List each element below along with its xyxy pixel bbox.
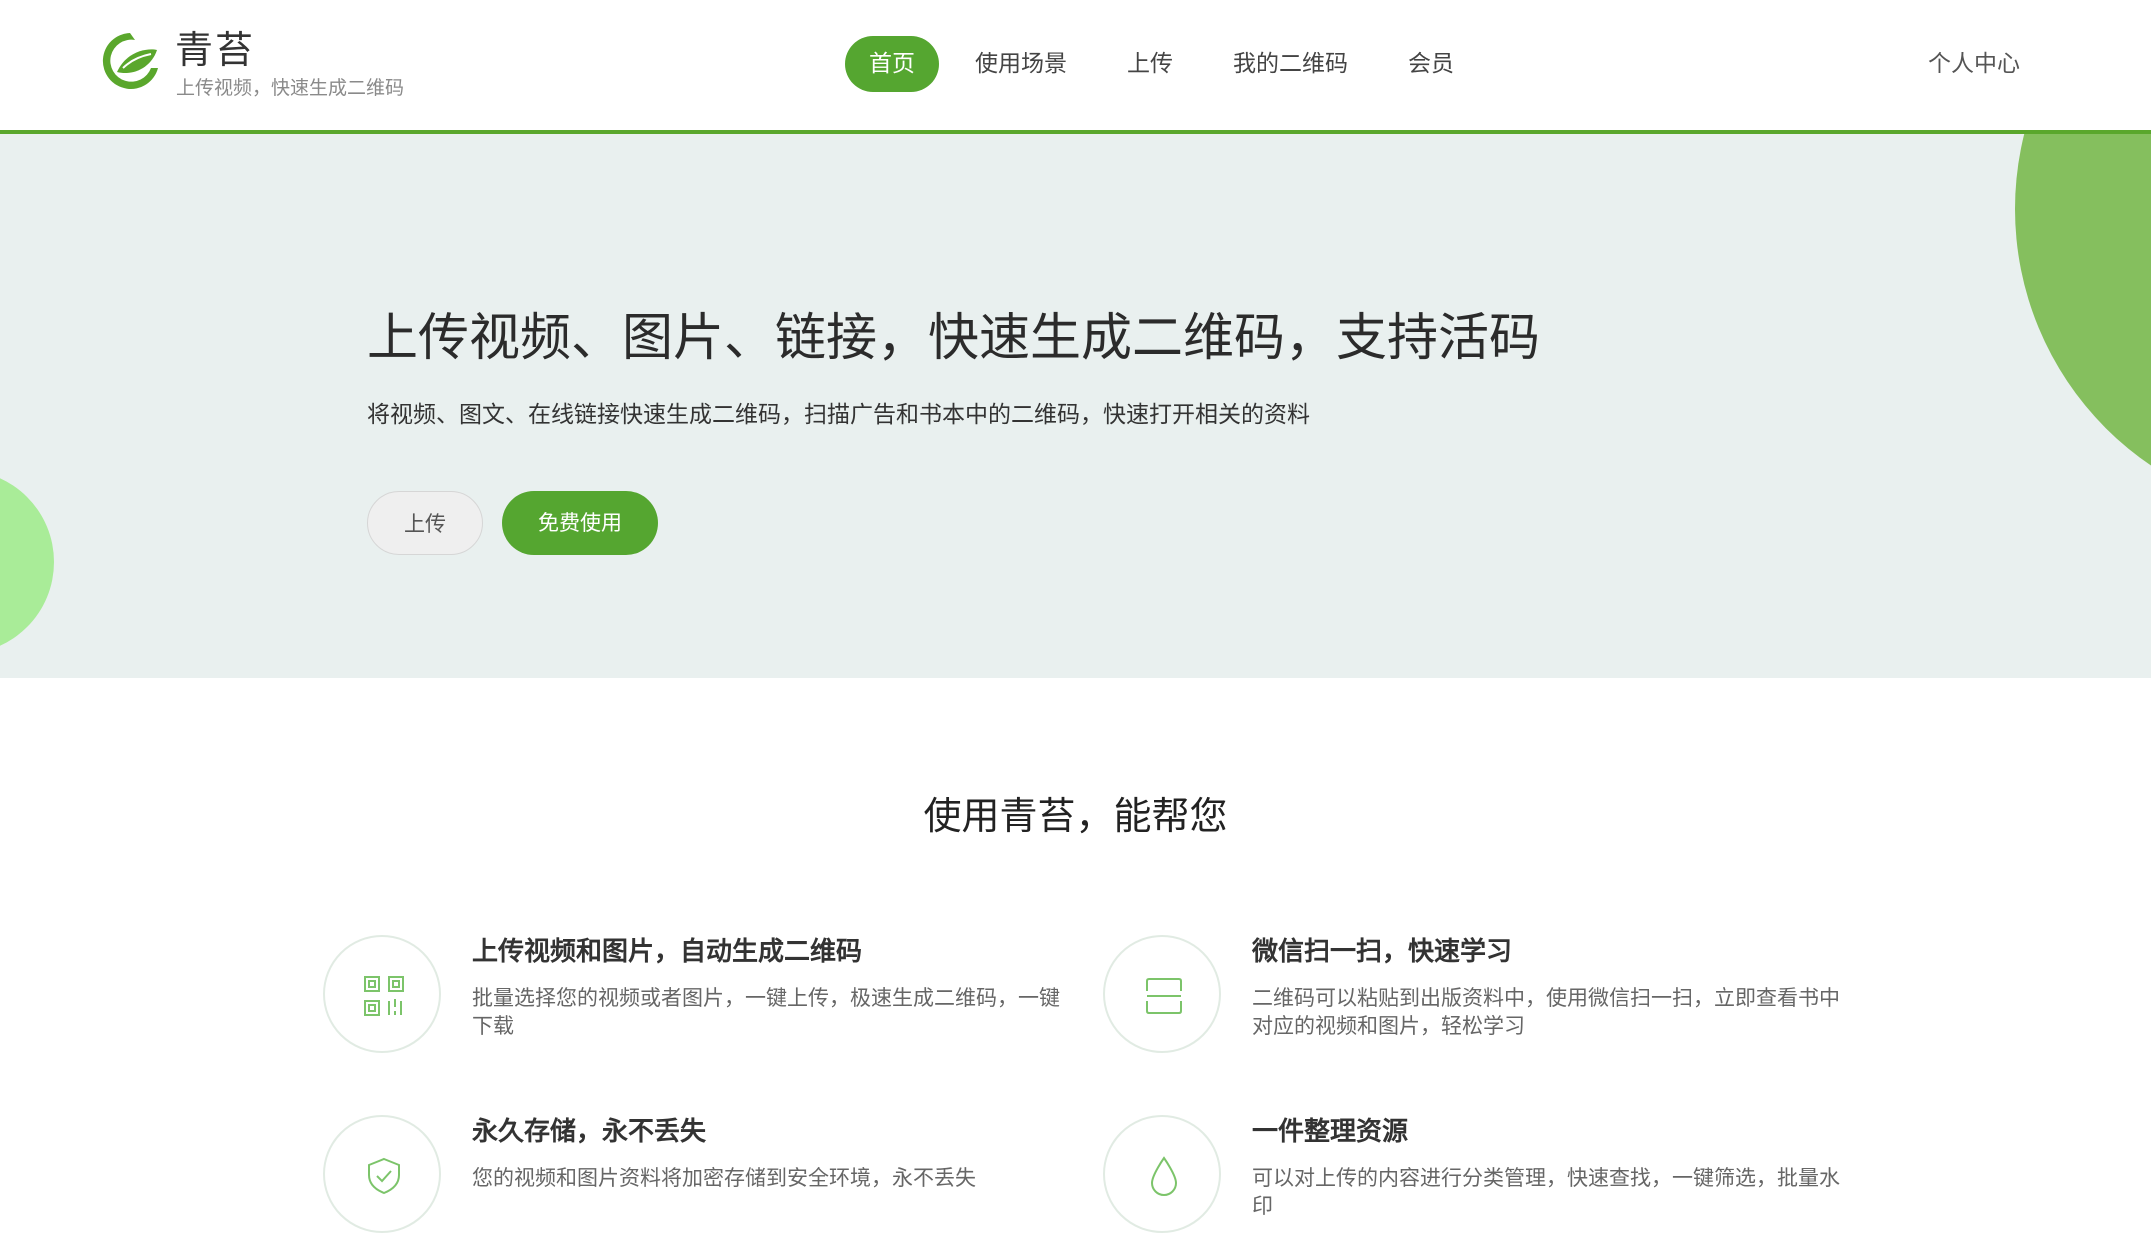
- hero-title: 上传视频、图片、链接，快速生成二维码，支持活码: [367, 309, 1541, 368]
- feature-title: 永久存储，永不丢失: [472, 1117, 707, 1147]
- feature-desc: 可以对上传的内容进行分类管理，快速查找，一键筛选，批量水印: [1252, 1166, 1840, 1218]
- user-center-link[interactable]: 个人中心: [1928, 36, 2020, 92]
- free-use-button[interactable]: 免费使用: [502, 491, 658, 555]
- nav-item-home[interactable]: 首页: [845, 36, 939, 92]
- nav-item-my-qrcodes[interactable]: 我的二维码: [1209, 36, 1372, 92]
- nav-item-scenarios[interactable]: 使用场景: [951, 36, 1091, 92]
- scan-icon: [1103, 935, 1221, 1053]
- nav-item-membership[interactable]: 会员: [1384, 36, 1478, 92]
- decorative-circle-left: [0, 470, 54, 654]
- leaf-logo-icon[interactable]: [97, 28, 163, 94]
- main-nav: 首页 使用场景 上传 我的二维码 会员: [845, 36, 1490, 92]
- drop-icon: [1103, 1115, 1221, 1233]
- feature-title: 上传视频和图片，自动生成二维码: [472, 937, 863, 967]
- nav-item-upload[interactable]: 上传: [1103, 36, 1197, 92]
- feature-desc: 批量选择您的视频或者图片，一键上传，极速生成二维码，一键下载: [472, 986, 1060, 1038]
- feature-title: 微信扫一扫，快速学习: [1252, 937, 1513, 967]
- decorative-circle-right: [2015, 134, 2151, 519]
- qr-code-icon: [323, 935, 441, 1053]
- feature-desc: 二维码可以粘贴到出版资料中，使用微信扫一扫，立即查看书中对应的视频和图片，轻松学…: [1252, 986, 1840, 1038]
- site-header: 青苔 上传视频，快速生成二维码 首页 使用场景 上传 我的二维码 会员 个人中心: [0, 0, 2151, 134]
- hero-subtitle: 将视频、图文、在线链接快速生成二维码，扫描广告和书本中的二维码，快速打开相关的资…: [367, 402, 1310, 428]
- feature-title: 一件整理资源: [1252, 1117, 1409, 1147]
- brand-name[interactable]: 青苔: [175, 26, 255, 74]
- features-section-title: 使用青苔，能帮您: [923, 794, 1228, 838]
- hero-banner: 上传视频、图片、链接，快速生成二维码，支持活码 将视频、图文、在线链接快速生成二…: [0, 134, 2151, 678]
- feature-desc: 您的视频和图片资料将加密存储到安全环境，永不丢失: [472, 1166, 976, 1190]
- shield-check-icon: [323, 1115, 441, 1233]
- upload-button[interactable]: 上传: [367, 491, 483, 555]
- brand-tagline: 上传视频，快速生成二维码: [176, 77, 405, 99]
